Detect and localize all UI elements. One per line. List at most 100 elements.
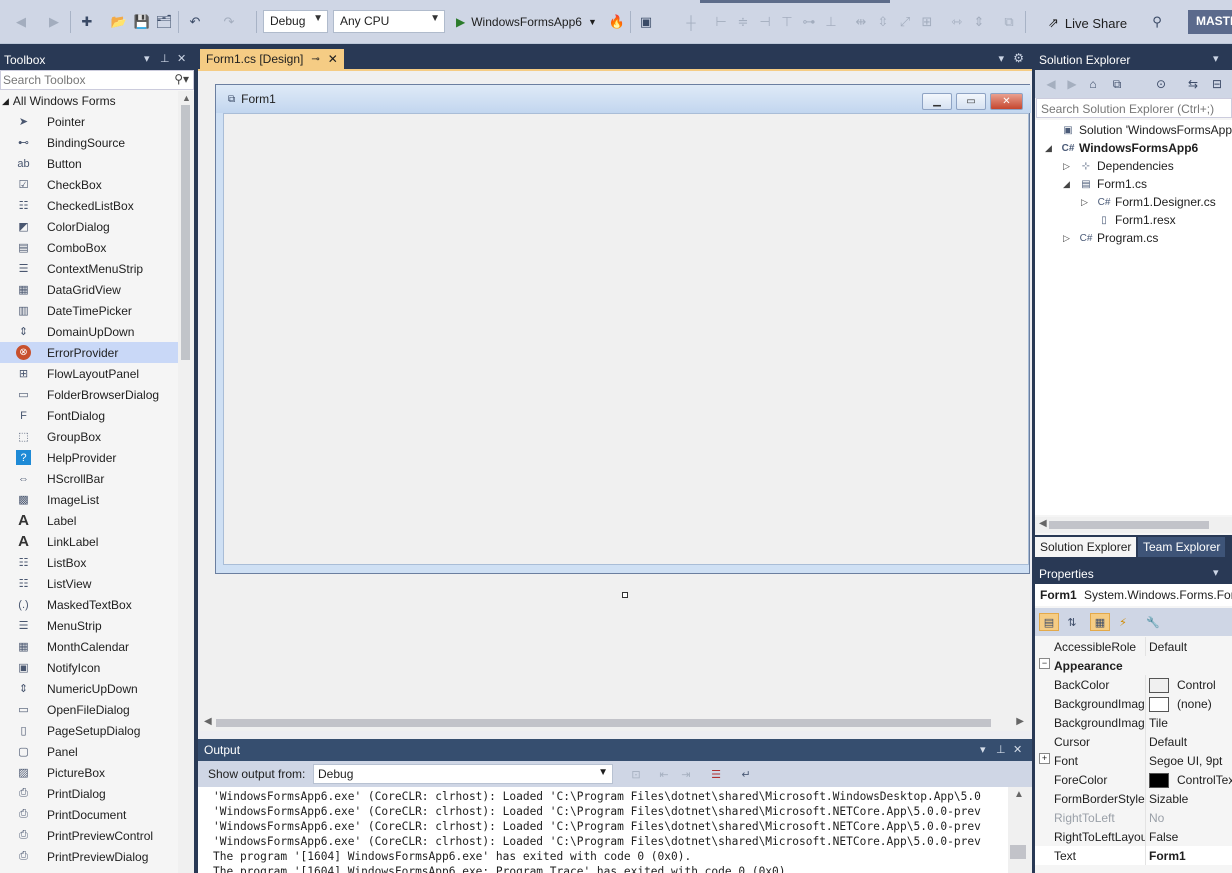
pin-icon[interactable]: ⊥ xyxy=(160,52,170,65)
expand-icon[interactable]: ▷ xyxy=(1063,161,1075,172)
tree-node-form1-resx[interactable]: ▯ Form1.resx xyxy=(1081,211,1175,229)
forward-icon[interactable]: ▶ xyxy=(1064,76,1080,92)
collapse-icon[interactable]: ◢ xyxy=(1063,179,1075,190)
toolbox-item-listview[interactable]: ☷ ListView xyxy=(0,573,178,594)
scroll-right-icon[interactable]: ▶ xyxy=(1016,716,1024,727)
next-message-icon[interactable]: ⇥ xyxy=(678,766,694,782)
scroll-up-icon[interactable]: ▲ xyxy=(182,93,191,103)
sync-icon[interactable]: ⇆ xyxy=(1185,76,1201,92)
properties-object-selector[interactable]: Form1 System.Windows.Forms.Form xyxy=(1035,584,1232,606)
toolbox-item-folderbrowserdialog[interactable]: ▭ FolderBrowserDialog xyxy=(0,384,178,405)
tab-form1-design[interactable]: Form1.cs [Design] ⊸ ✕ xyxy=(200,49,344,69)
align-to-grid-icon[interactable]: ┼ xyxy=(682,13,700,31)
chevron-down-icon[interactable]: ▾ xyxy=(980,743,986,756)
toolbox-item-datetimepicker[interactable]: ▥ DateTimePicker xyxy=(0,300,178,321)
property-value[interactable]: Control xyxy=(1149,678,1216,694)
back-icon[interactable]: ◀ xyxy=(1043,76,1059,92)
collapse-icon[interactable]: ◢ xyxy=(1045,143,1057,154)
toolbox-item-domainupdown[interactable]: ⇕ DomainUpDown xyxy=(0,321,178,342)
chevron-down-icon[interactable]: ▾ xyxy=(1213,52,1219,65)
form-titlebar[interactable]: ⧉ Form1 ▁ ▭ ✕ xyxy=(216,85,1031,113)
toolbox-item-notifyicon[interactable]: ▣ NotifyIcon xyxy=(0,657,178,678)
close-icon[interactable]: ✕ xyxy=(990,93,1023,110)
toolbox-item-menustrip[interactable]: ☰ MenuStrip xyxy=(0,615,178,636)
platform-dropdown[interactable]: Any CPU ▼ xyxy=(333,10,445,33)
size-to-grid-icon[interactable]: ⊞ xyxy=(918,13,936,31)
toolbox-item-printpreviewcontrol[interactable]: ⎙ PrintPreviewControl xyxy=(0,825,178,846)
configuration-dropdown[interactable]: Debug ▼ xyxy=(263,10,328,33)
form-client-area[interactable] xyxy=(223,113,1029,565)
property-value[interactable]: Default xyxy=(1149,735,1187,749)
property-value[interactable]: Sizable xyxy=(1149,792,1188,806)
toolbox-item-checkedlistbox[interactable]: ☷ CheckedListBox xyxy=(0,195,178,216)
property-value[interactable]: Segoe UI, 9pt xyxy=(1149,754,1222,768)
tree-node-form1-cs[interactable]: ◢ ▤ Form1.cs xyxy=(1063,175,1147,193)
align-tops-icon[interactable]: ⊤ xyxy=(778,13,796,31)
align-bottoms-icon[interactable]: ⊥ xyxy=(822,13,840,31)
redo-icon[interactable]: ↷ xyxy=(220,13,238,31)
property-row-backgroundimage[interactable]: BackgroundImage (none) xyxy=(1035,694,1232,713)
solution-horizontal-scrollbar[interactable]: ◀ xyxy=(1035,517,1232,533)
property-row-backcolor[interactable]: BackColor Control xyxy=(1035,675,1232,694)
property-row-formborderstyle[interactable]: FormBorderStyle Sizable xyxy=(1035,789,1232,808)
open-file-icon[interactable]: 📂 xyxy=(110,13,128,31)
toolbox-item-colordialog[interactable]: ◩ ColorDialog xyxy=(0,216,178,237)
toolbox-item-maskedtextbox[interactable]: (.) MaskedTextBox xyxy=(0,594,178,615)
save-icon[interactable]: 💾 xyxy=(133,13,151,31)
toolbox-item-printpreviewdialog[interactable]: ⎙ PrintPreviewDialog xyxy=(0,846,178,867)
previous-message-icon[interactable]: ⇤ xyxy=(656,766,672,782)
toolbox-item-errorprovider[interactable]: ⊗ ErrorProvider xyxy=(0,342,178,363)
property-row-forecolor[interactable]: ForeColor ControlText xyxy=(1035,770,1232,789)
toolbox-item-fontdialog[interactable]: F FontDialog xyxy=(0,405,178,426)
toolbox-item-helpprovider[interactable]: ? HelpProvider xyxy=(0,447,178,468)
toolbox-item-picturebox[interactable]: ▨ PictureBox xyxy=(0,762,178,783)
make-same-size-icon[interactable]: ⤢ xyxy=(896,13,914,31)
device-icon[interactable]: ▣ xyxy=(637,13,655,31)
make-same-height-icon[interactable]: ⇳ xyxy=(874,13,892,31)
toolbox-item-groupbox[interactable]: ⬚ GroupBox xyxy=(0,426,178,447)
property-value[interactable]: Form1 xyxy=(1149,849,1186,863)
chevron-down-icon[interactable]: ▾ xyxy=(998,52,1004,65)
chevron-down-icon[interactable]: ▾ xyxy=(144,52,150,65)
property-row-cursor[interactable]: Cursor Default xyxy=(1035,732,1232,751)
toolbox-item-checkbox[interactable]: ☑ CheckBox xyxy=(0,174,178,195)
align-lefts-icon[interactable]: ⊢ xyxy=(712,13,730,31)
expand-icon[interactable]: ▷ xyxy=(1063,233,1075,244)
toolbox-item-listbox[interactable]: ☷ ListBox xyxy=(0,552,178,573)
vertical-spacing-icon[interactable]: ⇕ xyxy=(970,13,988,31)
toolbox-scrollbar[interactable]: ▲ xyxy=(178,91,194,873)
toolbox-item-label[interactable]: A Label xyxy=(0,510,178,531)
toolbox-group-header[interactable]: ◢ All Windows Forms xyxy=(0,91,178,111)
toolbox-item-panel[interactable]: ▢ Panel xyxy=(0,741,178,762)
form-designer-surface[interactable]: ⧉ Form1 ▁ ▭ ✕ xyxy=(200,71,1031,719)
tree-node-form1-designer-cs[interactable]: ▷ C# Form1.Designer.cs xyxy=(1081,193,1216,211)
events-icon[interactable]: ⚡ xyxy=(1113,613,1133,631)
tab-solution-explorer[interactable]: Solution Explorer xyxy=(1035,537,1137,557)
property-row-backgroundimagelayout[interactable]: BackgroundImageLayoutTile xyxy=(1035,713,1232,732)
scrollbar-thumb[interactable] xyxy=(1049,521,1209,529)
toolbox-item-linklabel[interactable]: A LinkLabel xyxy=(0,531,178,552)
pin-icon[interactable]: ⊥ xyxy=(996,743,1006,756)
toolbox-item-datagridview[interactable]: ▦ DataGridView xyxy=(0,279,178,300)
collapse-all-icon[interactable]: ⊟ xyxy=(1209,76,1225,92)
property-row-accessiblerole[interactable]: AccessibleRole Default xyxy=(1035,637,1232,656)
toolbox-item-printdocument[interactable]: ⎙ PrintDocument xyxy=(0,804,178,825)
home-icon[interactable]: ⌂ xyxy=(1085,76,1101,92)
categorized-icon[interactable]: ▤ xyxy=(1039,613,1059,631)
tree-node-solution-windowsformsapp6[interactable]: ▣ Solution 'WindowsFormsApp6' xyxy=(1045,121,1232,139)
navigate-forward-icon[interactable]: ▶ xyxy=(45,13,63,31)
toolbox-search-input[interactable]: Search Toolbox ⚲▾ xyxy=(0,70,194,90)
new-project-icon[interactable]: ✚ xyxy=(78,13,96,31)
properties-view-icon[interactable]: ▦ xyxy=(1090,613,1110,631)
align-rights-icon[interactable]: ⊣ xyxy=(756,13,774,31)
minimize-icon[interactable]: ▁ xyxy=(922,93,952,110)
property-pages-icon[interactable]: 🔧 xyxy=(1143,613,1163,631)
property-row-font[interactable]: + Font Segoe UI, 9pt xyxy=(1035,751,1232,770)
save-all-icon[interactable]: 🗂 xyxy=(155,13,173,31)
property-value[interactable]: ControlText xyxy=(1149,773,1232,789)
live-share-button[interactable]: ⇗ Live Share xyxy=(1048,12,1127,34)
tree-node-dependencies[interactable]: ▷ ⊹ Dependencies xyxy=(1063,157,1174,175)
make-same-width-icon[interactable]: ⇹ xyxy=(852,13,870,31)
chevron-down-icon[interactable]: ▾ xyxy=(1213,566,1219,579)
scrollbar-thumb[interactable] xyxy=(216,719,991,727)
